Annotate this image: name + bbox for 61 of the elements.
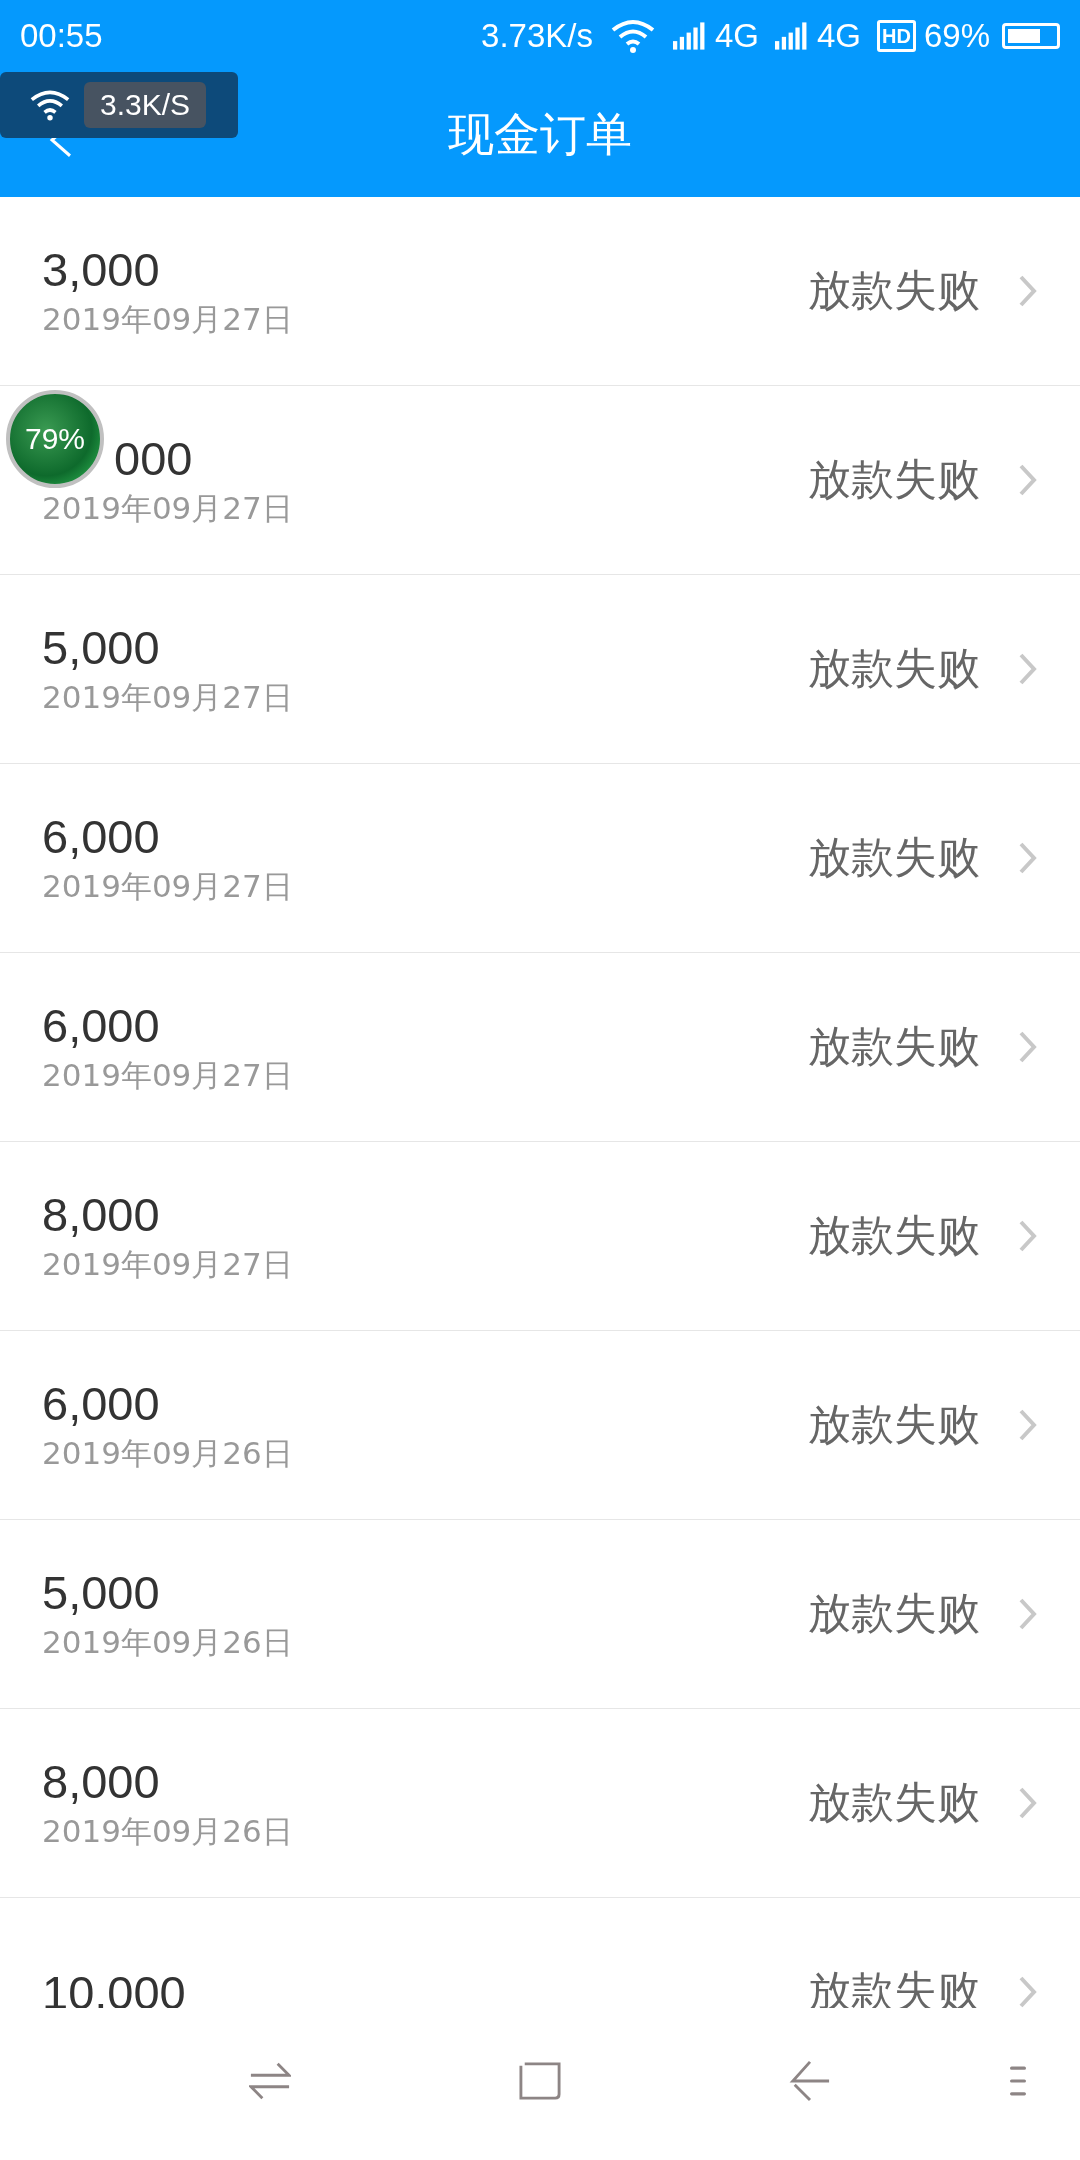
order-amount: 6,000 xyxy=(42,1375,160,1431)
chevron-icon xyxy=(1018,841,1038,875)
order-date: 2019年09月27日 xyxy=(42,488,293,528)
hd-badge: HD xyxy=(877,20,916,52)
speed-reading: 3.3K/S xyxy=(84,82,207,128)
order-row[interactable]: 6,000 2019年09月27日 放款失败 xyxy=(0,953,1080,1142)
order-status: 放款失败 xyxy=(807,1398,981,1451)
order-status: 放款失败 xyxy=(807,1587,981,1640)
wifi-icon xyxy=(611,18,655,54)
order-amount: 6,000 xyxy=(42,997,160,1053)
network-speed: 3.73K/s xyxy=(481,17,593,55)
order-row[interactable]: 6,000 2019年09月27日 放款失败 xyxy=(0,764,1080,953)
order-status: 放款失败 xyxy=(807,831,981,884)
switch-icon[interactable] xyxy=(249,2060,291,2102)
signal-icon xyxy=(775,22,809,50)
order-status: 放款失败 xyxy=(807,1209,981,1262)
order-status: 放款失败 xyxy=(807,642,981,695)
order-amount: 5,000 xyxy=(42,619,160,675)
order-date: 2019年09月27日 xyxy=(42,677,293,717)
order-row[interactable]: 5,000 2019年09月27日 放款失败 xyxy=(0,575,1080,764)
order-row[interactable]: 5,000 2019年09月26日 放款失败 xyxy=(0,1520,1080,1709)
page-title: 现金订单 xyxy=(448,105,632,163)
battery-percent: 69% xyxy=(923,17,990,55)
order-amount: 8,000 xyxy=(42,1186,160,1242)
order-amount: 3,000 xyxy=(42,241,160,297)
order-date: 2019年09月27日 xyxy=(42,1055,293,1095)
order-row[interactable]: 6,000 2019年09月26日 放款失败 xyxy=(0,1331,1080,1520)
chevron-icon xyxy=(1018,1408,1038,1442)
chevron-icon xyxy=(1018,1786,1038,1820)
order-amount: 6,000 xyxy=(42,808,160,864)
order-row[interactable]: 8,000 2019年09月27日 放款失败 xyxy=(0,1142,1080,1331)
network-type: 4G xyxy=(715,17,759,55)
order-amount: 10,000 xyxy=(42,1964,186,2020)
signal-icon xyxy=(673,22,707,50)
order-status: 放款失败 xyxy=(807,453,981,506)
wifi-icon xyxy=(30,88,70,122)
chevron-icon xyxy=(1018,1219,1038,1253)
order-amount: 5,000 xyxy=(42,1564,160,1620)
order-date: 2019年09月26日 xyxy=(42,1811,293,1851)
order-row[interactable]: 8,000 2019年09月26日 放款失败 xyxy=(0,1709,1080,1898)
chevron-icon xyxy=(1018,1030,1038,1064)
meter-bubble[interactable]: 79% xyxy=(6,390,104,488)
chevron-icon xyxy=(1018,1597,1038,1631)
order-date: 2019年09月27日 xyxy=(42,866,293,906)
order-row[interactable]: 3,000 2019年09月27日 放款失败 xyxy=(0,197,1080,386)
chevron-icon xyxy=(1018,274,1038,308)
chevron-icon xyxy=(1018,652,1038,686)
status-time: 00:55 xyxy=(20,17,103,55)
network-type: 4G xyxy=(817,17,862,55)
chevron-icon xyxy=(1018,463,1038,497)
order-status: 放款失败 xyxy=(807,1020,981,1073)
order-date: 2019年09月26日 xyxy=(42,1622,293,1662)
order-date: 2019年09月26日 xyxy=(42,1433,293,1473)
order-date: 2019年09月27日 xyxy=(42,299,293,339)
order-amount: 8,000 xyxy=(42,1753,160,1809)
order-date: 2019年09月27日 xyxy=(42,1244,293,1284)
chevron-icon xyxy=(1018,1975,1038,2009)
order-status: 放款失败 xyxy=(807,264,981,317)
order-status: 放款失败 xyxy=(807,1776,981,1829)
order-amount: 000 xyxy=(114,430,193,486)
battery-icon xyxy=(1002,23,1060,49)
